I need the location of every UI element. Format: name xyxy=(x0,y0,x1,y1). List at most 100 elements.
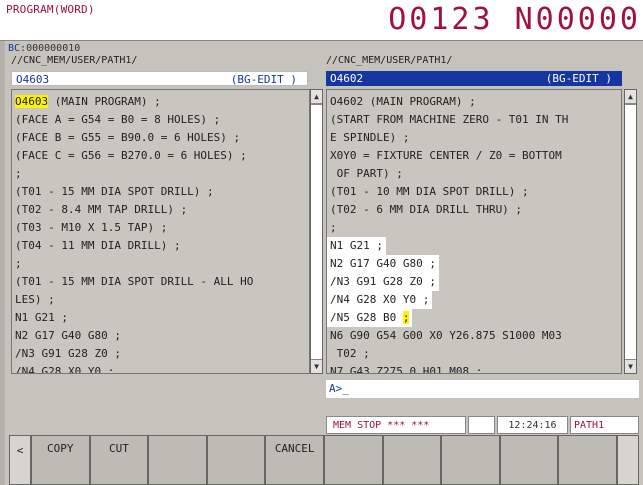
code-line[interactable]: /N3 G91 G28 Z0 ; xyxy=(327,270,621,291)
code-line[interactable]: (T04 - 11 MM DIA DRILL) ; xyxy=(12,234,309,252)
code-line[interactable]: (T03 - M10 X 1.5 TAP) ; xyxy=(12,216,309,234)
scroll-down-icon[interactable]: ▼ xyxy=(311,359,322,373)
code-text: (T01 - 10 MM DIA SPOT DRILL) ; xyxy=(330,185,529,198)
code-line[interactable]: N2 G17 G40 G80 ; xyxy=(12,324,309,342)
block-counter-label: BC xyxy=(8,43,21,54)
code-line[interactable]: (T01 - 15 MM DIA SPOT DRILL - ALL HO xyxy=(12,270,309,288)
left-frame xyxy=(0,40,5,485)
clock: 12:24:16 xyxy=(497,416,568,434)
code-text: ; xyxy=(15,257,22,270)
scroll-up-icon[interactable]: ▲ xyxy=(311,90,322,104)
softkey-bar: < COPY CUT CANCEL xyxy=(9,435,639,485)
program-number-display: O0123 N00000 xyxy=(388,2,641,37)
code-line[interactable]: (T01 - 10 MM DIA SPOT DRILL) ; xyxy=(327,180,621,198)
scrollbar-thumb[interactable] xyxy=(625,104,636,360)
code-text: (START FROM MACHINE ZERO - T01 IN TH xyxy=(330,113,569,126)
softkey-4[interactable] xyxy=(206,435,266,485)
softkey-1[interactable]: COPY xyxy=(31,435,90,485)
key-input-line[interactable]: A>_ xyxy=(326,380,639,398)
code-line[interactable]: /N5 G28 B0 ; xyxy=(327,306,621,327)
code-text: (T01 - 15 MM DIA SPOT DRILL) ; xyxy=(15,185,214,198)
code-line[interactable]: /N4 G28 X0 Y0 ; xyxy=(327,288,621,309)
code-text: ; xyxy=(330,221,337,234)
code-text: X0Y0 = FIXTURE CENTER / Z0 = BOTTOM xyxy=(330,149,562,162)
code-line[interactable]: (FACE A = G54 = B0 = 8 HOLES) ; xyxy=(12,108,309,126)
screen-header: PROGRAM(WORD) O0123 N00000 xyxy=(0,0,643,41)
code-line[interactable]: O4602 (MAIN PROGRAM) ; xyxy=(327,90,621,108)
mode-label: PROGRAM(WORD) xyxy=(6,3,95,16)
right-path: //CNC_MEM/USER/PATH1/ xyxy=(326,55,453,66)
code-line[interactable]: (T01 - 15 MM DIA SPOT DRILL) ; xyxy=(12,180,309,198)
block-counter-value: :000000010 xyxy=(20,43,81,54)
status-blank xyxy=(468,416,495,434)
code-text: /N4 G28 X0 Y0 ; xyxy=(15,365,115,374)
code-line[interactable]: /N3 G91 G28 Z0 ; xyxy=(12,342,309,360)
cursor-highlight: ; xyxy=(402,311,410,324)
code-line[interactable]: N1 G21 ; xyxy=(327,234,621,255)
code-line[interactable]: N1 G21 ; xyxy=(12,306,309,324)
code-line[interactable]: O4603 (MAIN PROGRAM) ; xyxy=(12,90,309,108)
code-line[interactable]: N2 G17 G40 G80 ; xyxy=(327,252,621,273)
code-text: (T03 - M10 X 1.5 TAP) ; xyxy=(15,221,168,234)
code-text: OF PART) ; xyxy=(330,167,403,180)
code-text: /N5 G28 B0 xyxy=(330,311,403,324)
code-text: N2 G17 G40 G80 ; xyxy=(15,329,121,342)
softkey-9[interactable] xyxy=(499,435,559,485)
active-path: PATH1 xyxy=(570,416,639,434)
code-line[interactable]: N7 G43 Z275.0 H01 M08 ; xyxy=(327,360,621,373)
code-text: (FACE C = G56 = B270.0 = 6 HOLES) ; xyxy=(15,149,247,162)
softkey-10[interactable] xyxy=(558,435,617,485)
right-program-editor[interactable]: O4602 (MAIN PROGRAM) ; (START FROM MACHIN… xyxy=(326,89,622,374)
left-edit-status: (BG-EDIT ) xyxy=(230,73,297,86)
scroll-down-icon[interactable]: ▼ xyxy=(625,359,636,373)
softkey-7[interactable] xyxy=(382,435,442,485)
right-program-name: O4602 xyxy=(330,72,364,85)
code-text: ; xyxy=(15,167,22,180)
code-line[interactable]: (FACE C = G56 = B270.0 = 6 HOLES) ; xyxy=(12,144,309,162)
code-text: (T01 - 15 MM DIA SPOT DRILL - ALL HO xyxy=(15,275,254,288)
softkey-5[interactable]: CANCEL xyxy=(265,435,324,485)
code-line[interactable]: N6 G90 G54 G00 X0 Y26.875 S1000 M03 xyxy=(327,324,621,342)
left-program-tab[interactable]: O4603 (BG-EDIT ) xyxy=(11,71,308,86)
machine-state: MEM STOP *** *** xyxy=(326,416,466,434)
code-text: (T04 - 11 MM DIA DRILL) ; xyxy=(15,239,181,252)
right-scrollbar[interactable]: ▲ ▼ xyxy=(624,89,637,374)
code-text: (T02 - 8.4 MM TAP DRILL) ; xyxy=(15,203,188,216)
code-line[interactable]: (START FROM MACHINE ZERO - T01 IN TH xyxy=(327,108,621,126)
code-text: E SPINDLE) ; xyxy=(330,131,410,144)
code-text: /N3 G91 G28 Z0 ; xyxy=(330,275,436,288)
code-line[interactable]: X0Y0 = FIXTURE CENTER / Z0 = BOTTOM xyxy=(327,144,621,162)
cursor-highlight: O4603 xyxy=(15,95,49,108)
softkey-6[interactable] xyxy=(324,435,383,485)
softkey-prev[interactable]: < xyxy=(9,435,31,485)
code-text: N2 G17 G40 G80 ; xyxy=(330,257,436,270)
softkey-8[interactable] xyxy=(441,435,500,485)
scrollbar-thumb[interactable] xyxy=(311,104,322,360)
code-line[interactable]: (FACE B = G55 = B90.0 = 6 HOLES) ; xyxy=(12,126,309,144)
code-text: /N4 G28 X0 Y0 ; xyxy=(330,293,430,306)
left-program-name: O4603 xyxy=(16,73,50,86)
softkey-3[interactable] xyxy=(148,435,207,485)
code-text: LES) ; xyxy=(15,293,55,306)
code-text: O4602 (MAIN PROGRAM) ; xyxy=(330,95,476,108)
softkey-label: < xyxy=(16,444,24,457)
left-scrollbar[interactable]: ▲ ▼ xyxy=(310,89,323,374)
softkey-next[interactable] xyxy=(617,435,639,485)
softkey-label: CANCEL xyxy=(274,442,315,455)
code-text: (FACE A = G54 = B0 = 8 HOLES) ; xyxy=(15,113,221,126)
left-program-editor[interactable]: O4603 (MAIN PROGRAM) ; (FACE A = G54 = B0… xyxy=(11,89,310,374)
code-line[interactable]: /N4 G28 X0 Y0 ; xyxy=(12,360,309,374)
right-edit-status: (BG-EDIT ) xyxy=(545,72,612,85)
softkey-label: COPY xyxy=(47,442,74,455)
code-text: N1 G21 ; xyxy=(330,239,383,252)
right-program-tab[interactable]: O4602 (BG-EDIT ) xyxy=(326,71,622,86)
softkey-2[interactable]: CUT xyxy=(89,435,149,485)
code-line[interactable]: (T02 - 8.4 MM TAP DRILL) ; xyxy=(12,198,309,216)
block-counter: BC:000000010 xyxy=(8,43,80,54)
code-text: /N3 G91 G28 Z0 ; xyxy=(15,347,121,360)
code-text: (MAIN PROGRAM) ; xyxy=(48,95,161,108)
code-line[interactable]: (T02 - 6 MM DIA DRILL THRU) ; xyxy=(327,198,621,216)
left-path: //CNC_MEM/USER/PATH1/ xyxy=(11,55,138,66)
scroll-up-icon[interactable]: ▲ xyxy=(625,90,636,104)
code-text: (FACE B = G55 = B90.0 = 6 HOLES) ; xyxy=(15,131,241,144)
